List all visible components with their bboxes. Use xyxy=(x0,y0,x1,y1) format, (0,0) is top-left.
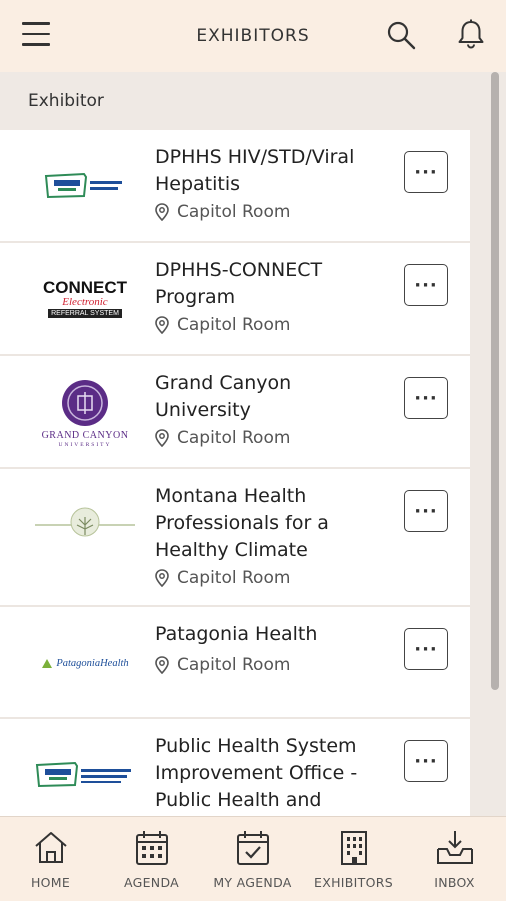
exhibitor-name: Patagonia Health xyxy=(155,623,318,645)
exhibitor-row[interactable]: Montana Health Professionals for a Healt… xyxy=(0,469,470,607)
location-pin-icon xyxy=(155,316,169,334)
section-header: Exhibitor xyxy=(28,91,104,111)
inbox-download-icon xyxy=(436,831,473,864)
exhibitor-row[interactable]: DPHHS HIV/STD/Viral Hepatitis Capitol Ro… xyxy=(0,130,470,243)
building-icon xyxy=(340,831,367,865)
scrollbar-thumb[interactable] xyxy=(491,72,499,690)
nav-exhibitors[interactable]: EXHIBITORS xyxy=(303,817,404,901)
exhibitor-location: Capitol Room xyxy=(155,315,290,335)
connect-electronic-referral-logo: CONNECT Electronic REFERRAL SYSTEM xyxy=(42,277,128,318)
location-label: Capitol Room xyxy=(177,568,291,588)
exhibitor-location: Capitol Room xyxy=(155,568,290,588)
exhibitor-list-area: Exhibitor DPHHS HIV/STD/Viral Hepatitis … xyxy=(0,72,506,816)
more-options-button[interactable]: ··· xyxy=(404,740,448,782)
exhibitor-row[interactable]: GRAND CANYON UNIVERSITY Grand Canyon Uni… xyxy=(0,356,470,469)
nav-label: MY AGENDA xyxy=(213,875,292,890)
scrollbar[interactable] xyxy=(491,72,499,816)
exhibitor-name: Public Health System Improvement Office … xyxy=(155,735,358,811)
nav-label: HOME xyxy=(30,875,71,890)
tree-logo xyxy=(34,505,136,543)
nav-agenda[interactable]: AGENDA xyxy=(101,817,202,901)
search-icon[interactable] xyxy=(386,20,416,50)
home-icon xyxy=(34,832,67,863)
nav-home[interactable]: HOME xyxy=(0,817,101,901)
bottom-navigation: HOME AGENDA MY AGENDA EXHIBITORS INBOX xyxy=(0,816,506,901)
exhibitor-name: DPHHS HIV/STD/Viral Hepatitis xyxy=(155,146,355,195)
dphhs-montana-logo xyxy=(34,757,136,793)
exhibitor-name: Grand Canyon University xyxy=(155,372,292,421)
location-label: Capitol Room xyxy=(177,315,291,335)
more-options-button[interactable]: ··· xyxy=(404,151,448,193)
nav-label: EXHIBITORS xyxy=(314,875,393,890)
grand-canyon-university-logo: GRAND CANYON UNIVERSITY xyxy=(34,372,136,454)
more-options-button[interactable]: ··· xyxy=(404,264,448,306)
exhibitor-name: Montana Health Professionals for a Healt… xyxy=(155,485,329,561)
exhibitor-row[interactable]: PatagoniaHealth Patagonia Health Capitol… xyxy=(0,607,470,719)
location-pin-icon xyxy=(155,203,169,221)
exhibitor-location: Capitol Room xyxy=(155,428,290,448)
top-app-bar: EXHIBITORS xyxy=(0,0,506,72)
location-pin-icon xyxy=(155,656,169,674)
exhibitor-location: Capitol Room xyxy=(155,655,290,675)
exhibitor-location: Capitol Room xyxy=(155,202,290,222)
location-label: Capitol Room xyxy=(177,428,291,448)
more-options-button[interactable]: ··· xyxy=(404,490,448,532)
dphhs-montana-logo xyxy=(34,164,136,208)
page-title: EXHIBITORS xyxy=(196,26,310,46)
exhibitor-row[interactable]: CONNECT Electronic REFERRAL SYSTEM DPHHS… xyxy=(0,243,470,356)
exhibitor-name: DPHHS-CONNECT Program xyxy=(155,259,323,308)
exhibitor-row[interactable]: Public Health System Improvement Office … xyxy=(0,719,470,816)
location-label: Capitol Room xyxy=(177,655,291,675)
bell-icon[interactable] xyxy=(456,18,486,50)
more-options-button[interactable]: ··· xyxy=(404,628,448,670)
exhibitor-list: DPHHS HIV/STD/Viral Hepatitis Capitol Ro… xyxy=(0,130,470,816)
calendar-icon xyxy=(135,831,168,865)
more-options-button[interactable]: ··· xyxy=(404,377,448,419)
nav-my-agenda[interactable]: MY AGENDA xyxy=(202,817,303,901)
nav-label: AGENDA xyxy=(123,875,180,890)
location-pin-icon xyxy=(155,429,169,447)
nav-label: INBOX xyxy=(434,875,475,890)
patagonia-health-logo: PatagoniaHealth xyxy=(34,651,136,675)
location-label: Capitol Room xyxy=(177,202,291,222)
calendar-check-icon xyxy=(236,831,269,865)
location-pin-icon xyxy=(155,569,169,587)
nav-inbox[interactable]: INBOX xyxy=(404,817,505,901)
